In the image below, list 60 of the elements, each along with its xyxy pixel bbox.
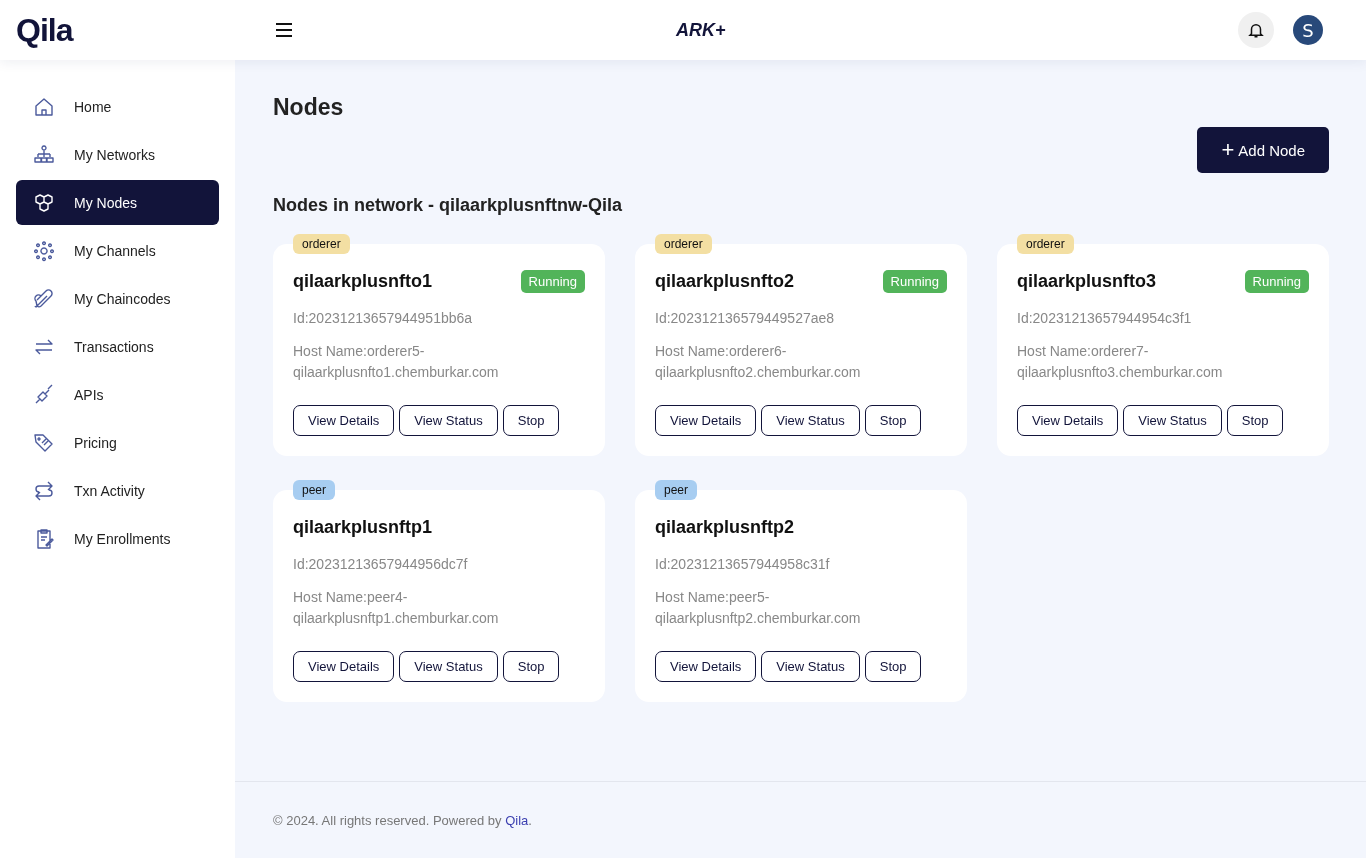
host-name: Host Name:peer4-qilaarkplusnftp1.chemburkar.com	[293, 588, 500, 628]
host-name: Host Name:peer5-qilaarkplusnftp2.chemburkar.com	[655, 588, 862, 628]
sidebar-item[interactable]: Home	[16, 84, 219, 129]
node-action-button[interactable]: Stop	[864, 405, 922, 436]
node-name: qilaarkplusnfto3	[1017, 270, 1157, 292]
node-id: Id:202312136579449527ae8	[655, 309, 836, 328]
host-name: Host Name:orderer5-qilaarkplusnfto1.chemburkar.com	[293, 342, 500, 382]
node-action-button[interactable]: View Status	[761, 405, 860, 436]
sidebar-item[interactable]: Txn Activity	[16, 468, 219, 513]
node-action-button[interactable]: Stop	[502, 405, 560, 436]
user-avatar[interactable]: S	[1293, 15, 1323, 45]
page-title: Nodes	[273, 94, 345, 121]
status-badge: Running	[520, 269, 585, 293]
product-logo: ARK+	[676, 19, 726, 41]
node-action-button[interactable]: View Details	[1017, 405, 1119, 436]
sidebar-item[interactable]: My Networks	[16, 132, 219, 177]
node-type-tag: orderer	[655, 234, 712, 254]
notification-button[interactable]	[1238, 12, 1274, 48]
node-action-button[interactable]: Stop	[502, 651, 560, 682]
node-type-tag: peer	[655, 480, 698, 500]
node-name: qilaarkplusnftp1	[293, 516, 433, 538]
node-name: qilaarkplusnfto2	[655, 270, 795, 292]
node-name: qilaarkplusnftp2	[655, 516, 795, 538]
node-action-button[interactable]: Stop	[864, 651, 922, 682]
node-action-button[interactable]: View Details	[655, 405, 757, 436]
sidebar-item[interactable]: My Channels	[16, 228, 219, 273]
logo[interactable]: Qila	[16, 11, 73, 48]
sidebar-item[interactable]: My Nodes	[16, 180, 219, 225]
status-badge: Running	[1244, 269, 1309, 293]
footer-period: .	[528, 812, 532, 828]
host-name: Host Name:orderer6-qilaarkplusnfto2.chemburkar.com	[655, 342, 862, 382]
sidebar-item[interactable]: Transactions	[16, 324, 219, 369]
menu-icon[interactable]	[275, 23, 293, 37]
node-action-button[interactable]: View Details	[293, 405, 395, 436]
sidebar-item[interactable]: APIs	[16, 372, 219, 417]
sidebar-item[interactable]: My Chaincodes	[16, 276, 219, 321]
sidebar-item[interactable]: My Enrollments	[16, 516, 219, 561]
node-id: Id:20231213657944956dc7f	[293, 555, 469, 574]
add-node-button[interactable]: + Add Node	[1197, 127, 1329, 173]
node-action-button[interactable]: View Status	[1123, 405, 1222, 436]
node-name: qilaarkplusnfto1	[293, 270, 433, 292]
node-action-button[interactable]: Stop	[1226, 405, 1284, 436]
node-id: Id:20231213657944958c31f	[655, 555, 831, 574]
host-name: Host Name:orderer7-qilaarkplusnfto3.chemburkar.com	[1017, 342, 1224, 382]
node-action-button[interactable]: View Status	[761, 651, 860, 682]
node-action-button[interactable]: View Details	[293, 651, 395, 682]
node-action-button[interactable]: View Details	[655, 651, 757, 682]
node-action-button[interactable]: View Status	[399, 405, 498, 436]
copyright-text: © 2024. All rights reserved. Powered by	[273, 812, 502, 828]
node-id: Id:20231213657944951bb6a	[293, 309, 474, 328]
bell-icon	[1247, 21, 1265, 39]
node-type-tag: orderer	[293, 234, 350, 254]
node-type-tag: peer	[293, 480, 336, 500]
node-action-button[interactable]: View Status	[399, 651, 498, 682]
node-type-tag: orderer	[1017, 234, 1074, 254]
sidebar-item[interactable]: Pricing	[16, 420, 219, 465]
nav-icon	[32, 238, 56, 263]
status-badge: Running	[882, 269, 947, 293]
section-heading: Nodes in network - qilaarkplusnftnw-Qila	[273, 195, 624, 216]
node-id: Id:20231213657944954c3f1	[1017, 309, 1193, 328]
